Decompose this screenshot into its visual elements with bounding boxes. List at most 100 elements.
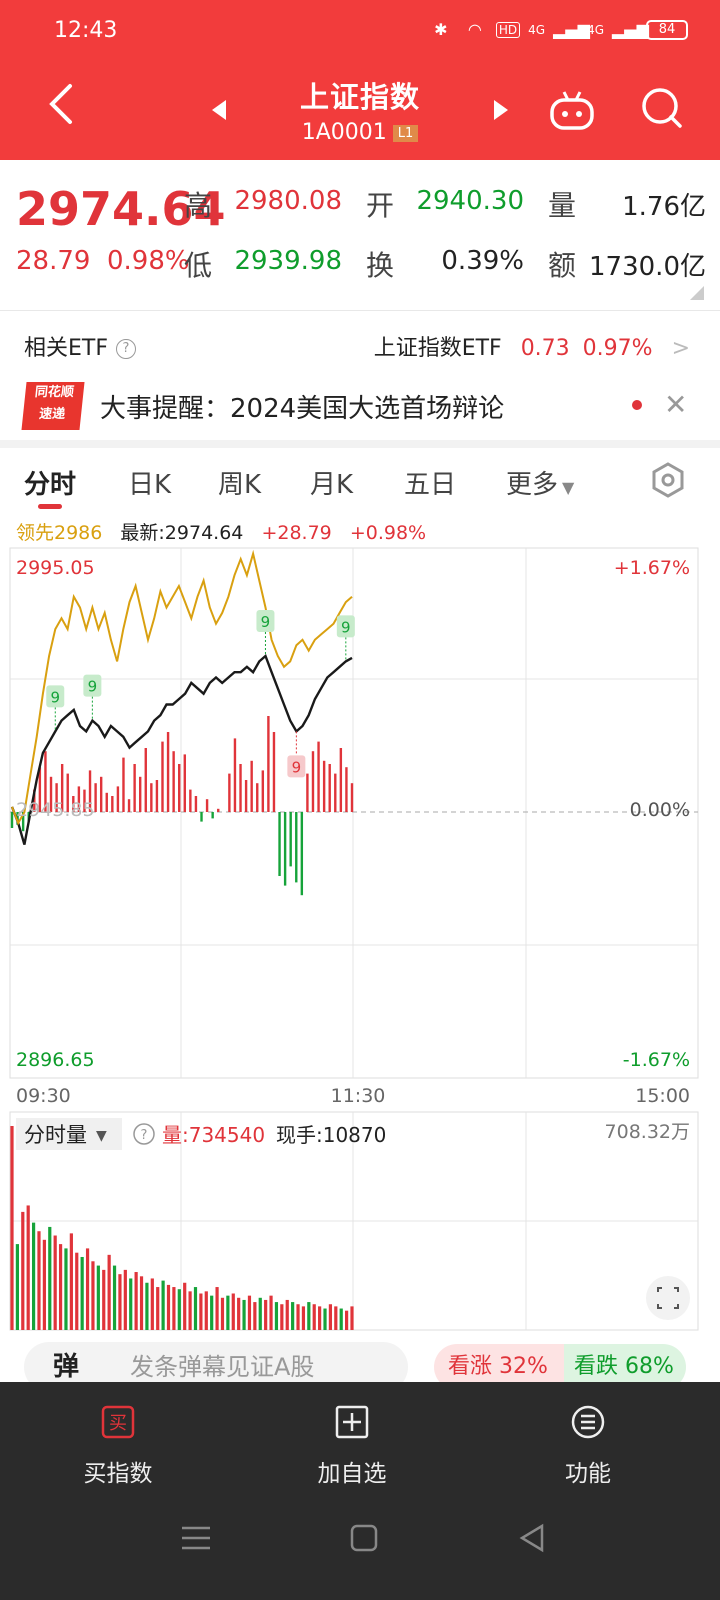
menu-circle-icon bbox=[571, 1405, 605, 1439]
tab-more[interactable]: 更多 ▼ bbox=[506, 464, 574, 501]
pct-bottom-label: -1.67% bbox=[623, 1049, 690, 1071]
functions-label: 功能 bbox=[565, 1461, 611, 1487]
marker-label-3: 9 bbox=[292, 758, 302, 776]
volume-bar-57 bbox=[318, 1306, 322, 1330]
expand-corner-icon[interactable] bbox=[690, 286, 704, 300]
add-square-icon bbox=[335, 1405, 369, 1439]
home-icon[interactable] bbox=[344, 1518, 384, 1558]
volume-bar-36 bbox=[204, 1291, 208, 1330]
macd-bar-35 bbox=[205, 799, 209, 812]
signal-bars-icon: ▂▄▆ bbox=[553, 20, 590, 39]
volume-bar-41 bbox=[231, 1293, 235, 1330]
low-value: 2939.98 bbox=[234, 246, 342, 276]
tab-active-indicator bbox=[38, 504, 62, 509]
search-icon[interactable] bbox=[640, 86, 684, 130]
volume-bar-29 bbox=[166, 1284, 171, 1330]
signal-4g-2: 4G bbox=[587, 23, 604, 37]
macd-bar-34 bbox=[200, 812, 203, 822]
stock-code-text: 1A0001 bbox=[301, 120, 387, 145]
macd-bar-61 bbox=[350, 783, 354, 812]
buy-icon: 买 bbox=[101, 1405, 135, 1439]
tab-five-day[interactable]: 五日 bbox=[404, 464, 456, 501]
macd-bar-15 bbox=[94, 783, 97, 812]
functions-button[interactable]: 功能 bbox=[508, 1404, 668, 1488]
volume-selector[interactable]: 分时量 bbox=[24, 1123, 87, 1147]
signal-markers: 9 9 9 9 9 bbox=[46, 609, 355, 778]
fullscreen-button[interactable] bbox=[646, 1276, 690, 1320]
related-etf-row[interactable]: 相关ETF? 上证指数ETF 0.73 0.97% > bbox=[0, 316, 720, 376]
news-text[interactable]: 大事提醒：2024美国大选首场辩论 bbox=[100, 388, 504, 425]
intraday-chart[interactable]: 9 9 9 9 9 2995.05 2945.85 2896.65 +1.67% 0.0… bbox=[0, 546, 720, 1336]
macd-bar-33 bbox=[194, 796, 198, 812]
dropdown-icon: ▼ bbox=[562, 478, 575, 497]
battery-indicator: 84 bbox=[646, 20, 688, 40]
volume-bar-18 bbox=[107, 1254, 111, 1330]
volume-bar-51 bbox=[285, 1299, 289, 1330]
macd-bar-23 bbox=[138, 776, 142, 812]
macd-bar-58 bbox=[334, 773, 337, 812]
macd-bar-36 bbox=[211, 812, 214, 819]
volume-bar-0 bbox=[10, 1126, 14, 1330]
tab-weekly-k[interactable]: 周K bbox=[218, 464, 261, 501]
tab-daily-k[interactable]: 日K bbox=[128, 464, 171, 501]
divider bbox=[0, 310, 720, 311]
macd-bar-28 bbox=[166, 732, 170, 812]
tab-intraday[interactable]: 分时 bbox=[24, 464, 76, 501]
macd-bar-39 bbox=[228, 773, 231, 812]
etf-label: 相关ETF bbox=[24, 336, 108, 361]
chevron-right-icon: > bbox=[671, 336, 690, 361]
add-watchlist-label: 加自选 bbox=[317, 1461, 387, 1487]
signal-4g-1: 4G bbox=[528, 23, 546, 37]
macd-bar-55 bbox=[317, 741, 320, 812]
macd-bar-16 bbox=[99, 776, 103, 812]
high-value: 2980.08 bbox=[234, 186, 342, 216]
high-label: 高 bbox=[184, 189, 213, 222]
volume-bar-19 bbox=[112, 1265, 117, 1330]
buy-index-label: 买指数 bbox=[83, 1461, 153, 1487]
macd-bar-48 bbox=[278, 812, 281, 876]
buy-index-button[interactable]: 买 买指数 bbox=[38, 1404, 198, 1488]
news-banner[interactable]: 同花顺 速递 大事提醒：2024美国大选首场辩论 ✕ bbox=[0, 378, 720, 436]
open-label: 开 bbox=[366, 189, 395, 222]
assistant-robot-icon[interactable] bbox=[548, 90, 596, 130]
macd-bar-21 bbox=[127, 799, 131, 812]
macd-bar-49 bbox=[283, 812, 287, 886]
etf-name: 上证指数ETF bbox=[373, 336, 502, 361]
volume-bar-25 bbox=[145, 1282, 149, 1330]
next-stock-icon[interactable] bbox=[488, 98, 512, 122]
etf-label-wrap: 相关ETF? bbox=[24, 330, 136, 362]
turnover-label: 换 bbox=[366, 249, 395, 282]
macd-bar-32 bbox=[189, 789, 192, 812]
add-watchlist-button[interactable]: 加自选 bbox=[272, 1404, 432, 1488]
macd-bar-53 bbox=[306, 773, 309, 812]
volume-bar-42 bbox=[237, 1297, 241, 1330]
macd-bar-51 bbox=[295, 812, 298, 883]
change-value: 28.79 bbox=[16, 246, 91, 276]
tab-monthly-k[interactable]: 月K bbox=[310, 464, 353, 501]
volume-bar-54 bbox=[301, 1306, 306, 1330]
macd-bar-59 bbox=[339, 748, 343, 812]
settings-gear-icon[interactable] bbox=[650, 462, 686, 498]
macd-bar-60 bbox=[345, 767, 348, 812]
close-icon[interactable]: ✕ bbox=[664, 388, 687, 421]
volume-bar-10 bbox=[64, 1248, 68, 1330]
page-title: 上证指数 bbox=[299, 80, 420, 114]
buy-icon-text: 买 bbox=[109, 1413, 127, 1434]
etf-quote[interactable]: 上证指数ETF 0.73 0.97% > bbox=[374, 330, 690, 362]
volume-bar-1 bbox=[15, 1244, 19, 1330]
help-icon[interactable]: ? bbox=[116, 339, 136, 359]
marker-label-2: 9 bbox=[261, 613, 271, 631]
macd-bar-43 bbox=[250, 760, 253, 812]
low-label: 低 bbox=[184, 249, 213, 282]
change-percent: 0.98% bbox=[106, 246, 190, 276]
macd-bar-56 bbox=[322, 760, 326, 812]
volume-bar-37 bbox=[210, 1295, 214, 1330]
macd-bar-41 bbox=[239, 764, 242, 812]
macd-bar-45 bbox=[261, 770, 265, 812]
marker-label-1: 9 bbox=[88, 678, 98, 696]
volume-bar-32 bbox=[183, 1282, 187, 1330]
menu-icon[interactable] bbox=[176, 1518, 216, 1558]
back-icon[interactable] bbox=[512, 1518, 552, 1558]
etf-price: 0.73 bbox=[520, 336, 570, 361]
volume-bar-6 bbox=[42, 1239, 46, 1330]
